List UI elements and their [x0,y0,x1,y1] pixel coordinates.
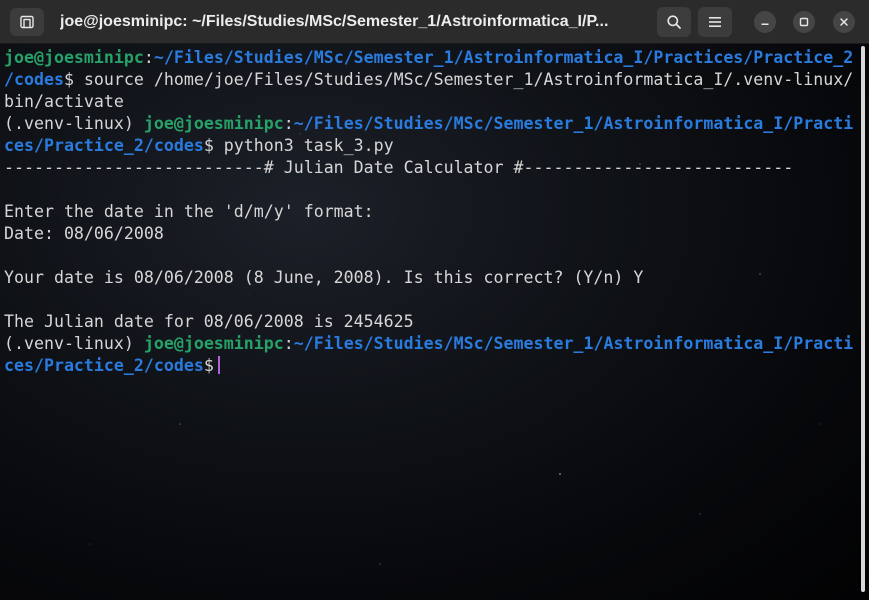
window-title: joe@joesminipc: ~/Files/Studies/MSc/Seme… [60,13,609,30]
prompt-path: ces/Practice_2/codes [4,136,204,155]
terminal-line: bin/activate [4,91,856,113]
prompt-path: /codes [4,70,64,89]
terminal-text: : [283,114,294,133]
terminal-text: $ source /home/joe/Files/Studies/MSc/Sem… [63,70,854,89]
terminal-line: The Julian date for 08/06/2008 is 245462… [4,311,856,333]
title-bar: joe@joesminipc: ~/Files/Studies/MSc/Seme… [0,0,869,44]
scrollbar[interactable] [861,46,865,592]
prompt-path: ~/Files/Studies/MSc/Semester_1/Astroinfo… [293,114,854,133]
minimize-icon [761,23,769,25]
new-tab-icon [20,15,34,29]
terminal-text: : [283,334,294,353]
terminal-line: (.venv-linux) joe@joesminipc:~/Files/Stu… [4,113,856,135]
terminal-line: joe@joesminipc:~/Files/Studies/MSc/Semes… [4,47,856,69]
terminal-text: The Julian date for 08/06/2008 is 245462… [4,312,414,331]
terminal-line: (.venv-linux) joe@joesminipc:~/Files/Stu… [4,333,856,355]
prompt-path: ~/Files/Studies/MSc/Semester_1/Astroinfo… [153,48,854,67]
text-cursor [217,356,220,374]
prompt-user-host: joe@joesminipc [143,334,284,353]
terminal-text: Date: 08/06/2008 [4,224,164,243]
terminal-text: : [143,48,154,67]
terminal-text: Your date is 08/06/2008 (8 June, 2008). … [4,268,644,287]
terminal-line: ces/Practice_2/codes$ python3 task_3.py [4,135,856,157]
terminal-line: Enter the date in the 'd/m/y' format: [4,201,856,223]
terminal-text: (.venv-linux) [4,114,144,133]
new-tab-button[interactable] [10,8,44,36]
prompt-user-host: joe@joesminipc [143,114,284,133]
close-button[interactable] [833,11,855,33]
terminal-text: (.venv-linux) [4,334,144,353]
terminal-window: joe@joesminipc: ~/Files/Studies/MSc/Seme… [0,0,869,600]
search-icon [667,15,681,29]
terminal-text: --------------------------# Julian Date … [4,158,794,177]
maximize-button[interactable] [793,11,815,33]
terminal-text: $ [203,356,214,375]
terminal-text: $ python3 task_3.py [203,136,394,155]
minimize-button[interactable] [754,11,776,33]
prompt-path: ~/Files/Studies/MSc/Semester_1/Astroinfo… [293,334,854,353]
terminal-line: --------------------------# Julian Date … [4,157,856,179]
terminal-line: /codes$ source /home/joe/Files/Studies/M… [4,69,856,91]
close-icon [840,18,848,26]
terminal-line: ces/Practice_2/codes$ [4,355,856,377]
terminal-line: Date: 08/06/2008 [4,223,856,245]
terminal-text: Enter the date in the 'd/m/y' format: [4,202,374,221]
prompt-user-host: joe@joesminipc [4,48,144,67]
terminal-line: Your date is 08/06/2008 (8 June, 2008). … [4,267,856,289]
search-button[interactable] [657,7,691,37]
maximize-icon [799,17,809,27]
menu-button[interactable] [698,7,732,37]
hamburger-menu-icon [709,17,721,27]
terminal-output[interactable]: joe@joesminipc:~/Files/Studies/MSc/Semes… [4,47,856,377]
terminal-text: bin/activate [4,92,124,111]
prompt-path: ces/Practice_2/codes [4,356,204,375]
